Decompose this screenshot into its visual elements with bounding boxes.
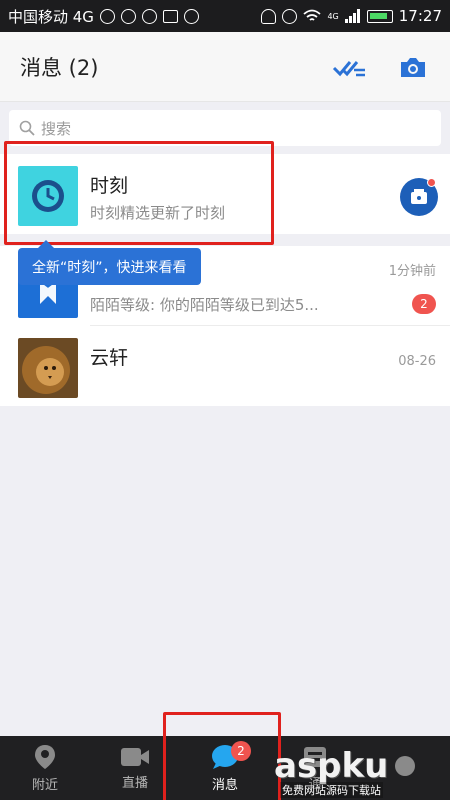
lion-avatar [18, 338, 78, 398]
pause-notification-icon [141, 8, 157, 24]
tab-badge: 2 [231, 741, 251, 761]
camera-icon [401, 57, 425, 77]
conversation-time: 08-26 [398, 354, 436, 369]
feature-tooltip[interactable]: 全新“时刻”，快进来看看 [18, 240, 201, 285]
volume-notification-icon [120, 8, 136, 24]
location-pin-icon [35, 744, 55, 769]
camera-button[interactable] [396, 50, 430, 84]
clock-icon [32, 180, 64, 212]
tab-label: 通 [308, 776, 322, 792]
tab-nearby[interactable]: 附近 [0, 736, 90, 800]
alarm-icon [282, 8, 298, 24]
tab-label: 直播 [121, 775, 148, 791]
search-bar[interactable]: 搜索 [9, 110, 441, 146]
tab-contacts[interactable]: 通 [270, 736, 360, 800]
headphones-icon [261, 8, 277, 24]
battery-icon [366, 9, 393, 23]
conversation-preview: 时刻精选更新了时刻 [90, 204, 226, 222]
wifi-icon [303, 9, 322, 21]
search-icon [19, 120, 35, 136]
conversation-item-yunxuan[interactable]: 云轩 08-26 [0, 326, 450, 406]
qq-notification-icon [99, 8, 115, 24]
tab-bar: 附近 直播 消息 2 通 [0, 736, 450, 800]
more-icon [395, 756, 415, 776]
clock-label: 17:27 [398, 7, 442, 25]
mark-all-read-button[interactable] [332, 50, 366, 84]
signal-icon [344, 9, 360, 23]
tooltip-text: 全新“时刻”，快进来看看 [32, 259, 187, 276]
tab-label: 消息 [211, 777, 238, 793]
moments-icon [400, 178, 438, 216]
tab-more[interactable] [360, 736, 450, 800]
contacts-icon [304, 746, 326, 767]
conversation-preview: 陌陌等级: 你的陌陌等级已到达5... [90, 296, 319, 314]
unread-badge: 2 [412, 294, 436, 314]
header-bar: 消息 (2) [0, 32, 450, 102]
conversation-name: 时刻 [90, 175, 129, 197]
search-placeholder: 搜索 [41, 119, 72, 138]
status-bar: 中国移动 4G 4G 17:27 [0, 0, 450, 32]
power-notification-icon [183, 8, 199, 24]
tab-live[interactable]: 直播 [90, 736, 180, 800]
conversation-name: 云轩 [90, 347, 129, 369]
new-dot [427, 178, 436, 187]
tab-label: 附近 [31, 777, 58, 793]
video-camera-icon [121, 747, 149, 766]
avatar [18, 166, 78, 226]
conversation-time: 1分钟前 [388, 264, 436, 279]
network-type-label: 4G [327, 11, 339, 21]
carrier-label: 中国移动 4G [8, 7, 94, 26]
image-notification-icon [162, 9, 178, 23]
tab-messages[interactable]: 消息 2 [180, 736, 270, 800]
conversation-item-moments[interactable]: 时刻 时刻精选更新了时刻 [0, 154, 450, 234]
page-title: 消息 (2) [20, 55, 99, 80]
double-check-icon [332, 60, 365, 76]
